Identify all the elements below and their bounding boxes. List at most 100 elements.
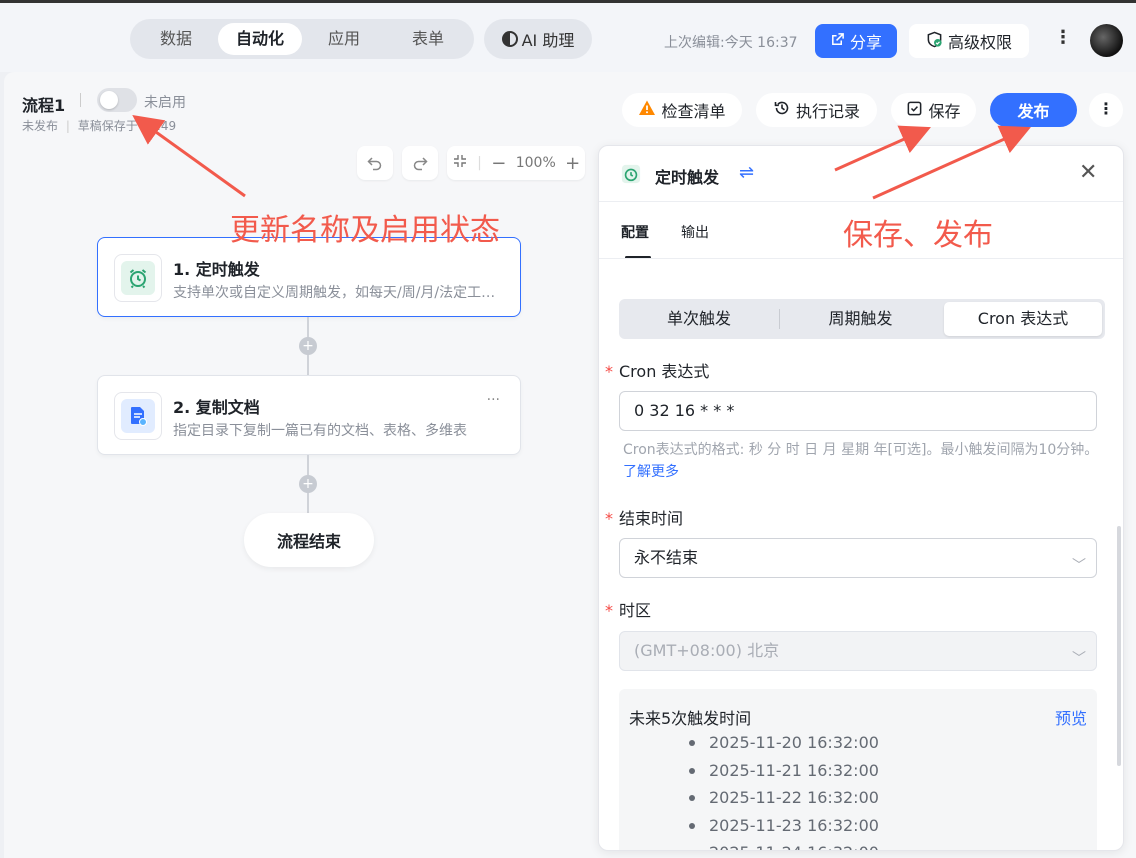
node-description: 指定目录下复制一篇已有的文档、表格、多维表 (173, 423, 467, 439)
ai-assistant-label: AI 助理 (521, 31, 575, 50)
copy-doc-node-icon-frame (114, 392, 162, 440)
top-bar: 数据 自动化 应用 表单 AI 助理 上次编辑:今天 16:37 分享 高级权限… (0, 0, 1136, 72)
zoom-in-icon[interactable]: + (565, 153, 580, 174)
timezone-label-text: 时区 (619, 601, 652, 620)
add-step-icon[interactable]: + (299, 337, 317, 355)
more-actions-icon[interactable]: ⋮ (1089, 93, 1123, 127)
chevron-down-icon: ﹀ (1072, 651, 1086, 667)
fit-view-icon[interactable] (452, 153, 468, 173)
checklist-label: 检查清单 (661, 102, 726, 121)
draft-status: 未发布 | 草稿保存于 11:49 (22, 119, 177, 133)
timezone-select: (GMT+08:00) 北京 ﹀ (619, 631, 1097, 671)
timezone-value: (GMT+08:00) 北京 (634, 641, 780, 660)
last-edit-time: 上次编辑:今天 16:37 (664, 35, 798, 51)
node-copy-document[interactable]: 2. 复制文档 指定目录下复制一篇已有的文档、表格、多维表 ··· (97, 375, 521, 455)
alarm-clock-icon (619, 162, 643, 186)
segment-cron[interactable]: Cron 表达式 (944, 302, 1102, 336)
chevron-down-icon: ﹀ (1072, 558, 1086, 574)
share-label: 分享 (849, 33, 882, 52)
undo-icon[interactable] (357, 146, 393, 180)
tab-apps[interactable]: 应用 (302, 23, 386, 55)
save-check-icon (906, 100, 923, 121)
node-description: 支持单次或自定义周期触发，如每天/周/月/法定工作日等 (173, 285, 507, 301)
panel-scrollbar[interactable] (1117, 526, 1121, 766)
avatar[interactable] (1090, 24, 1123, 57)
advanced-permissions-label: 高级权限 (947, 33, 1012, 52)
redo-icon[interactable] (402, 146, 438, 180)
next-trigger-times: 未来5次触发时间 预览 2025-11-20 16:32:00 2025-11-… (619, 689, 1097, 850)
tab-forms[interactable]: 表单 (386, 23, 470, 55)
ai-assistant-button[interactable]: AI 助理 (484, 19, 592, 59)
nav-tabs: 数据 自动化 应用 表单 (130, 19, 474, 59)
preview-link[interactable]: 预览 (1055, 705, 1087, 729)
node-title: 2. 复制文档 (173, 398, 260, 417)
add-step-icon[interactable]: + (299, 475, 317, 493)
end-time-label: * 结束时间 (605, 505, 683, 529)
required-mark: * (605, 601, 613, 620)
flow-title[interactable]: 流程1 (22, 92, 65, 116)
cron-label-text: Cron 表达式 (619, 362, 710, 381)
zoom-level: 100% (515, 155, 556, 171)
publish-button[interactable]: 发布 (990, 93, 1077, 127)
draft-saved-time-tail: 1:49 (149, 119, 177, 133)
ai-icon (501, 31, 518, 47)
enable-toggle[interactable] (97, 88, 137, 112)
toggle-knob (100, 91, 118, 109)
panel-divider (599, 258, 1123, 259)
list-item: 2025-11-22 16:32:00 (689, 788, 879, 816)
share-icon (830, 32, 845, 51)
execution-history-label: 执行记录 (795, 102, 860, 121)
cron-field-label: * Cron 表达式 (605, 358, 709, 382)
zoom-toolbar: | − 100% + (447, 146, 585, 180)
node-timer-trigger[interactable]: 1. 定时触发 支持单次或自定义周期触发，如每天/周/月/法定工作日等 (97, 237, 521, 317)
close-icon[interactable]: ✕ (1079, 160, 1097, 185)
tab-config[interactable]: 配置 (621, 222, 649, 242)
tab-automation[interactable]: 自动化 (218, 23, 302, 55)
panel-title: 定时触发 (655, 168, 720, 187)
cron-expression-input[interactable]: 0 32 16 * * * (619, 391, 1097, 431)
next-trigger-title: 未来5次触发时间 (629, 709, 752, 728)
next-trigger-list: 2025-11-20 16:32:00 2025-11-21 16:32:00 … (689, 733, 879, 850)
save-button[interactable]: 保存 (891, 93, 976, 127)
draft-saved-time: 草稿保存于 1 (77, 119, 150, 133)
annotation-save-publish: 保存、发布 (843, 218, 993, 253)
trigger-mode-segmented: 单次触发 周期触发 Cron 表达式 (619, 299, 1105, 339)
segment-periodic[interactable]: 周期触发 (779, 302, 942, 336)
annotation-rename: 更新名称及启用状态 (230, 213, 500, 248)
alarm-clock-icon (121, 261, 155, 295)
toggle-status-label: 未启用 (144, 95, 186, 111)
execution-history-button[interactable]: 执行记录 (756, 93, 877, 127)
list-item: 2025-11-23 16:32:00 (689, 816, 879, 844)
required-mark: * (605, 362, 613, 381)
node-more-icon[interactable]: ··· (487, 392, 500, 408)
checklist-button[interactable]: 检查清单 (622, 93, 742, 127)
share-button[interactable]: 分享 (815, 24, 897, 58)
zoom-out-icon[interactable]: − (491, 153, 506, 174)
save-label: 保存 (928, 102, 961, 121)
flow-end-node: 流程结束 (244, 513, 374, 567)
title-divider (80, 93, 81, 107)
publish-status: 未发布 (22, 119, 59, 133)
list-item: 2025-11-21 16:32:00 (689, 761, 879, 789)
tab-data[interactable]: 数据 (134, 23, 218, 55)
learn-more-link[interactable]: 了解更多 (623, 464, 679, 480)
end-time-value: 永不结束 (634, 548, 699, 567)
document-copy-icon (121, 399, 155, 433)
end-time-select[interactable]: 永不结束 ﹀ (619, 538, 1097, 578)
segment-single[interactable]: 单次触发 (619, 302, 779, 336)
timer-node-icon-frame (114, 254, 162, 302)
history-icon (773, 99, 791, 121)
more-options-icon[interactable]: ⋮ (1054, 27, 1072, 48)
zoom-divider: | (477, 155, 482, 171)
cron-help-text: Cron表达式的格式: 秒 分 时 日 月 星期 年[可选]。最小触发间隔为10… (623, 439, 1101, 483)
list-item: 2025-11-20 16:32:00 (689, 733, 879, 761)
cron-help-body: Cron表达式的格式: 秒 分 时 日 月 星期 年[可选]。最小触发间隔为10… (623, 442, 1099, 458)
panel-divider (599, 201, 1123, 202)
end-time-label-text: 结束时间 (619, 509, 684, 528)
advanced-permissions-button[interactable]: 高级权限 (909, 24, 1029, 58)
timezone-label: * 时区 (605, 597, 651, 621)
switch-node-icon[interactable]: ⇌ (739, 162, 754, 183)
node-title: 1. 定时触发 (173, 260, 260, 279)
shield-check-icon (926, 31, 943, 52)
tab-output[interactable]: 输出 (681, 222, 709, 242)
